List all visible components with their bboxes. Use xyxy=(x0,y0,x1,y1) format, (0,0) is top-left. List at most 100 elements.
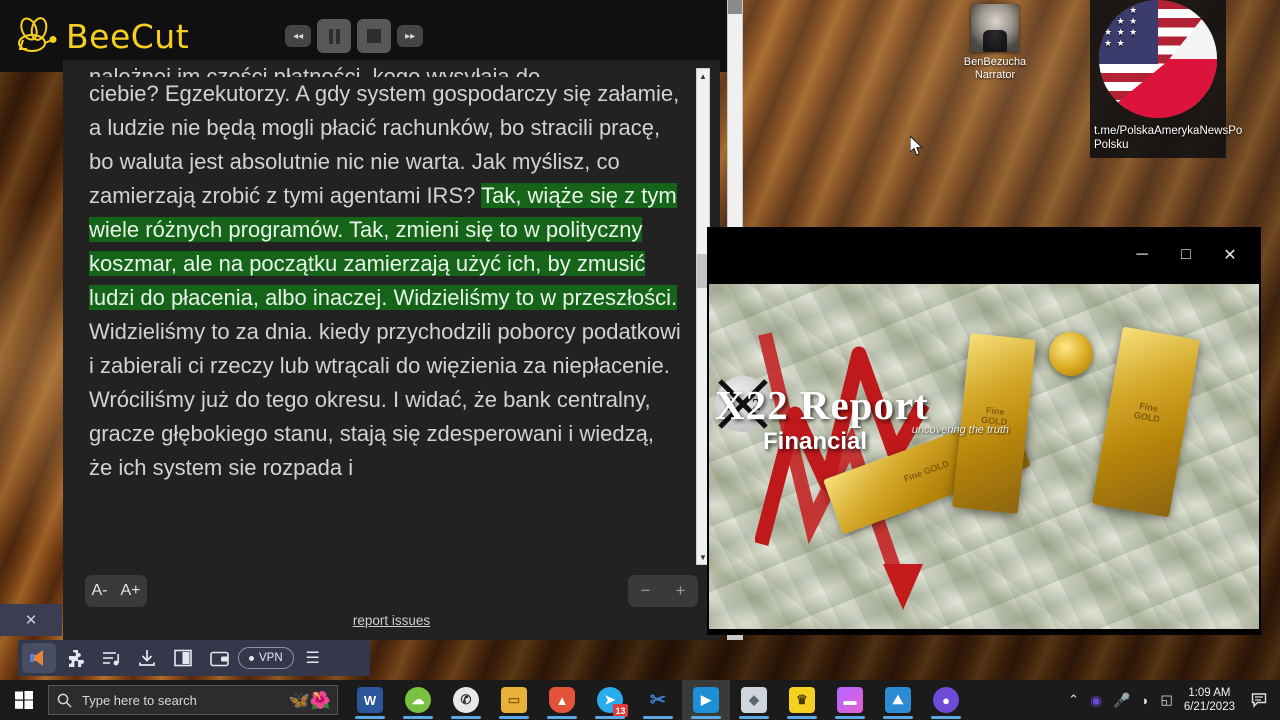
font-decrease-button[interactable]: A- xyxy=(91,582,107,600)
taskbar-app-video-editor[interactable]: ▬ xyxy=(826,680,874,720)
minimize-button[interactable]: ─ xyxy=(1120,240,1164,270)
telegram-icon: ➤ 13 xyxy=(597,687,628,717)
rewind-icon: ◂◂ xyxy=(293,30,304,42)
page-scrollbar-thumb-top[interactable] xyxy=(728,0,742,14)
video-editor-icon: ▬ xyxy=(837,687,863,713)
close-button[interactable]: ✕ xyxy=(1208,240,1252,270)
maximize-icon: □ xyxy=(1181,246,1191,263)
x22-logo-sub: Financial xyxy=(763,428,868,455)
notification-icon xyxy=(1251,693,1266,708)
start-button[interactable] xyxy=(0,680,48,720)
desktop-icon-label: t.me/PolskaAmerykaNewsPo Polsku xyxy=(1094,125,1243,151)
beecut-wordmark: BeeCut xyxy=(66,16,190,56)
taskbar-app-whatsapp[interactable]: ✆ xyxy=(442,680,490,720)
forward-button[interactable]: ▸▸ xyxy=(397,25,424,47)
scroll-up-arrow[interactable]: ▲ xyxy=(697,69,709,83)
taskbar-app-photos[interactable]: ⛰ xyxy=(874,680,922,720)
media-player-icon: ▶ xyxy=(693,687,719,713)
beecut-taskbar-icon: ♛ xyxy=(789,687,815,713)
taskbar-app-snipping-tool[interactable]: ✂ xyxy=(634,680,682,720)
taskbar-app-buttons: W ☁ ✆ ▭ ▲ ➤ 13 ✂ ▶ ◆ ♛ ▬ ⛰ ● xyxy=(346,680,970,720)
bee-icon xyxy=(18,17,57,52)
video-frame[interactable]: Fine GOLD Fine GOLD Fine GOLD 2 2 X22 Repo… xyxy=(709,284,1259,629)
wallet-icon[interactable] xyxy=(202,643,236,673)
narrator-thumbnail xyxy=(971,4,1019,52)
zoom-controls: − + xyxy=(628,575,698,607)
sidebar-icon[interactable] xyxy=(166,643,200,673)
taskbar-app-media-player[interactable]: ▶ xyxy=(682,680,730,720)
recorder-controls: ◂◂ ▸▸ xyxy=(285,19,424,53)
telegram-unread-badge: 13 xyxy=(613,704,628,717)
gold-coin xyxy=(1049,332,1093,376)
screen: BenBezuchaNarrator t.me/PolskaAmerykaNew… xyxy=(0,0,1280,720)
desktop-icon-narrator[interactable]: BenBezucha Narrator xyxy=(942,4,1048,82)
reader-article-text: należnej im części płatności, kogo wysył… xyxy=(89,60,681,565)
taskbar-app-file-explorer[interactable]: ▭ xyxy=(490,680,538,720)
taskbar-app-cloud-drive[interactable]: ☁ xyxy=(394,680,442,720)
maximize-button[interactable]: □ xyxy=(1164,240,1208,270)
widget-close-bar[interactable]: ✕ xyxy=(0,604,62,636)
3d-viewer-icon: ◆ xyxy=(741,687,767,713)
reader-panel: należnej im części płatności, kogo wysył… xyxy=(63,60,720,640)
browser-menu-icon[interactable]: ☰ xyxy=(296,643,330,673)
downloads-icon[interactable] xyxy=(130,643,164,673)
scissors-icon: ✂ xyxy=(650,689,666,711)
x22-report-logo: X22 Report uncovering the truth Financia… xyxy=(715,384,1015,464)
brave-speaker-icon[interactable] xyxy=(22,643,56,673)
microphone-icon[interactable]: 🎤 xyxy=(1113,692,1130,709)
search-icon xyxy=(57,693,72,708)
cloud-drive-icon: ☁ xyxy=(405,687,431,713)
desktop-icon-label: BenBezucha Narrator xyxy=(963,56,1027,81)
brave-lion-icon: ▲ xyxy=(549,687,575,713)
display-settings-icon[interactable]: ◱ xyxy=(1161,692,1173,708)
zoom-in-button[interactable]: + xyxy=(676,581,686,601)
forward-icon: ▸▸ xyxy=(405,30,416,42)
close-icon[interactable]: ✕ xyxy=(25,611,38,629)
mouse-cursor xyxy=(910,136,924,156)
vpn-button[interactable]: VPN xyxy=(238,647,294,669)
page-scrollbar-track[interactable] xyxy=(728,14,742,240)
x22-logo-tagline: uncovering the truth xyxy=(911,424,1009,436)
taskbar-app-3d-viewer[interactable]: ◆ xyxy=(730,680,778,720)
show-hidden-icons-button[interactable]: ⌃ xyxy=(1068,692,1079,708)
rewind-button[interactable]: ◂◂ xyxy=(285,25,312,47)
wifi-icon[interactable]: ◗ xyxy=(1142,693,1150,708)
clock-date: 6/21/2023 xyxy=(1183,701,1235,713)
whatsapp-icon: ✆ xyxy=(453,687,479,713)
system-tray: ⌃ ◉ 🎤 ◗ ◱ 1:09 AM 6/21/2023 xyxy=(1068,686,1280,714)
vpn-status-dot xyxy=(249,655,254,661)
pause-icon xyxy=(328,28,340,44)
report-issues-link[interactable]: report issues xyxy=(63,613,720,628)
stop-icon xyxy=(367,29,382,43)
close-icon: ✕ xyxy=(1223,247,1237,264)
pause-button[interactable] xyxy=(317,19,352,53)
desktop-icon-telegram-channel[interactable]: t.me/PolskaAmerykaNewsPo Polsku xyxy=(1090,0,1243,158)
word-icon: W xyxy=(357,687,383,713)
stop-button[interactable] xyxy=(357,19,392,53)
taskbar-app-opera[interactable]: ● xyxy=(922,680,970,720)
taskbar-search-box[interactable]: Type here to search 🦋🌺 xyxy=(48,685,338,715)
beecut-logo: BeeCut xyxy=(0,16,189,56)
reader-bottom-bar: A- A+ − + report issues xyxy=(63,565,720,640)
video-window-titlebar[interactable]: ─ □ ✕ xyxy=(708,228,1260,282)
opera-icon: ● xyxy=(933,687,959,713)
taskbar-app-brave[interactable]: ▲ xyxy=(538,680,586,720)
opera-tray-icon[interactable]: ◉ xyxy=(1090,692,1102,709)
x22-logo-main: X22 Report xyxy=(715,382,929,428)
taskbar-clock[interactable]: 1:09 AM 6/21/2023 xyxy=(1184,686,1235,714)
clock-time: 1:09 AM xyxy=(1188,687,1231,699)
partial-top-line: należnej im części płatności, kogo wysył… xyxy=(89,64,541,77)
extensions-puzzle-icon[interactable] xyxy=(58,643,92,673)
zoom-out-button[interactable]: − xyxy=(641,581,651,601)
windows-taskbar: Type here to search 🦋🌺 W ☁ ✆ ▭ ▲ ➤ 13 ✂ … xyxy=(0,680,1280,720)
us-poland-flag-icon xyxy=(1099,0,1217,118)
taskbar-app-beecut[interactable]: ♛ xyxy=(778,680,826,720)
search-placeholder: Type here to search xyxy=(82,692,197,708)
taskbar-app-telegram[interactable]: ➤ 13 xyxy=(586,680,634,720)
windows-logo-icon xyxy=(15,691,33,709)
minimize-icon: ─ xyxy=(1136,246,1148,263)
taskbar-app-word[interactable]: W xyxy=(346,680,394,720)
notifications-button[interactable] xyxy=(1246,686,1272,714)
playlist-icon[interactable] xyxy=(94,643,128,673)
font-increase-button[interactable]: A+ xyxy=(120,582,140,600)
